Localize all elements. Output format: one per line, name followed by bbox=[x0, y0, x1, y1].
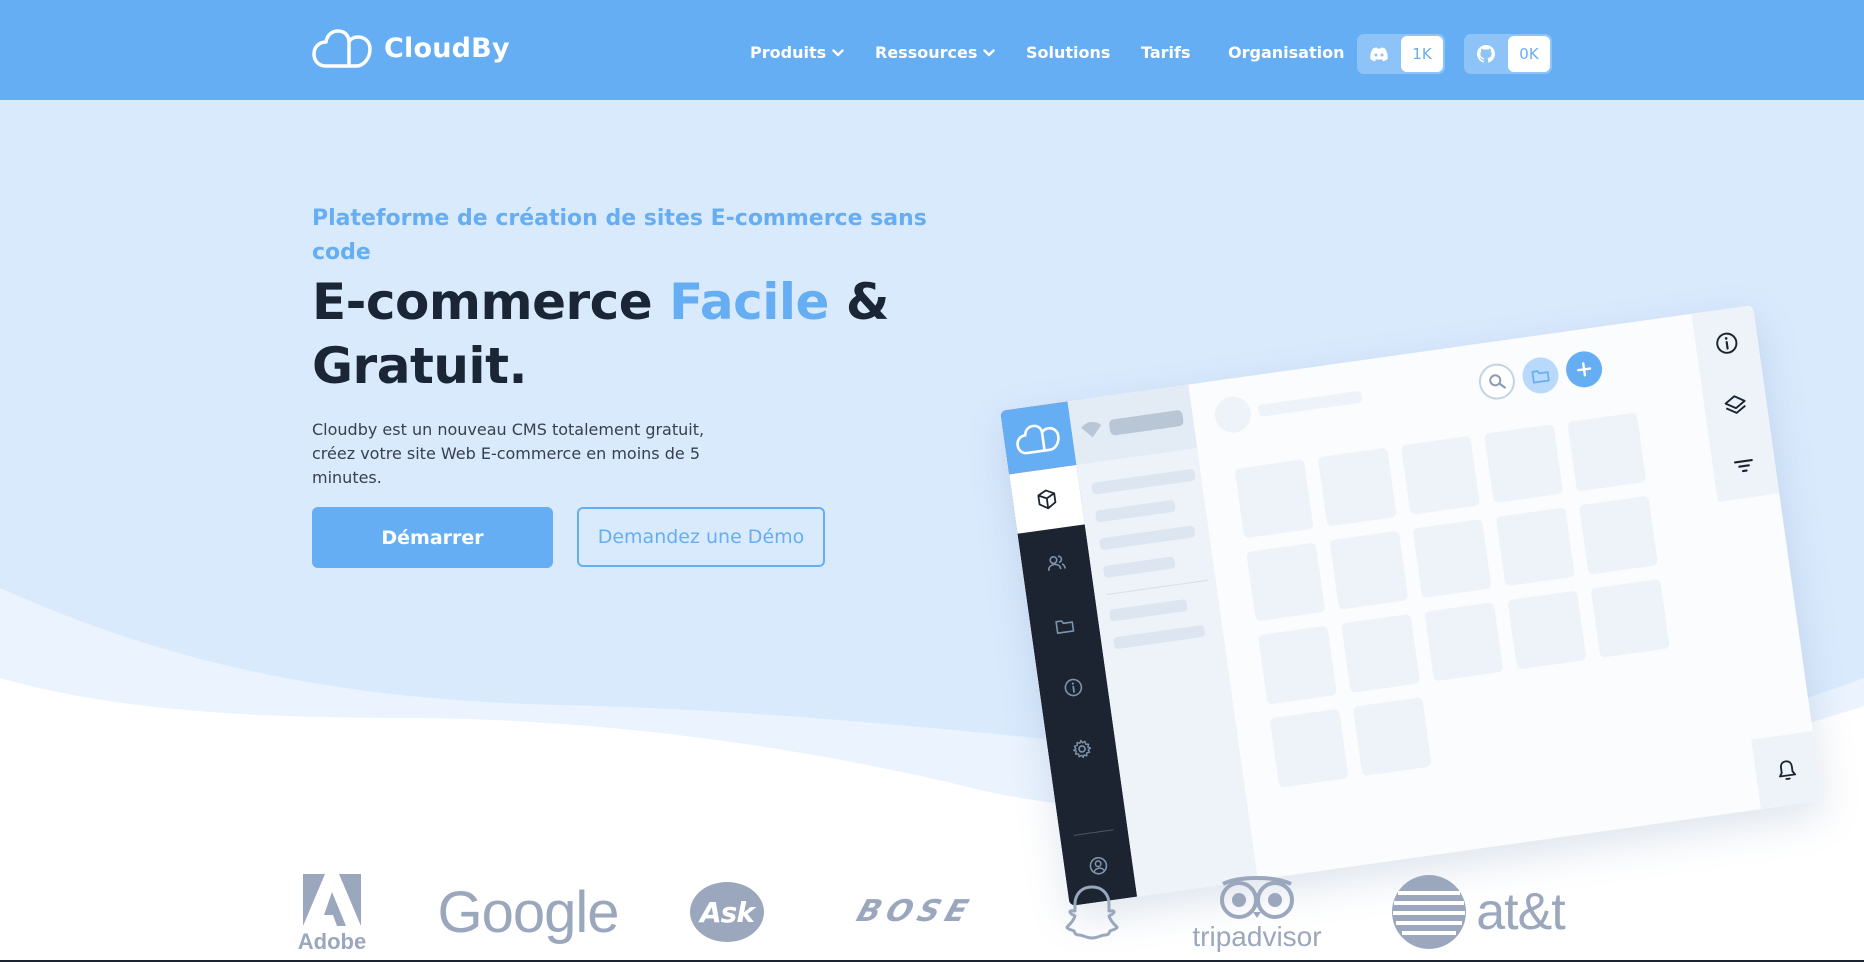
brand-name: CloudBy bbox=[384, 32, 510, 64]
headline-line-2: Gratuit. bbox=[312, 337, 527, 395]
rail-divider bbox=[1073, 829, 1114, 836]
placeholder-bar bbox=[1091, 468, 1196, 495]
wifi-icon bbox=[1081, 421, 1102, 438]
client-logos-strip: Adobe Google Ask BOSE tripadvisor at&t bbox=[0, 860, 1864, 962]
ask-logo: Ask bbox=[690, 882, 764, 942]
bose-logo: BOSE bbox=[840, 893, 990, 929]
settings-icon bbox=[1068, 735, 1095, 762]
grid-tile bbox=[1424, 602, 1504, 682]
google-logo: Google bbox=[437, 879, 619, 945]
grid-tile bbox=[1329, 530, 1409, 610]
grid-tile bbox=[1590, 578, 1670, 658]
app-mockup-illustration bbox=[986, 305, 1823, 907]
layers-icon bbox=[1724, 395, 1746, 414]
grid-tile bbox=[1507, 590, 1587, 670]
tripadvisor-logo-text: tripadvisor bbox=[1192, 920, 1322, 952]
mockup-panel-header bbox=[1067, 384, 1198, 465]
placeholder-bar bbox=[1102, 556, 1176, 579]
att-logo: at&t bbox=[1390, 872, 1566, 952]
placeholder-bar bbox=[1257, 390, 1363, 417]
grid-tile bbox=[1352, 697, 1432, 777]
placeholder-bar bbox=[1095, 499, 1176, 523]
nav-item-label: Organisation bbox=[1228, 43, 1345, 62]
tripadvisor-logo: tripadvisor bbox=[1192, 868, 1322, 958]
grid-tile bbox=[1257, 625, 1337, 705]
app-mockup-window bbox=[1000, 305, 1823, 907]
mockup-cloud-logo-icon bbox=[1000, 401, 1077, 475]
placeholder-bar bbox=[1108, 409, 1185, 436]
top-navbar: CloudBy Produits Ressources Solutions Ta… bbox=[0, 0, 1864, 100]
start-button[interactable]: Démarrer bbox=[312, 507, 553, 568]
placeholder-bar bbox=[1112, 624, 1206, 650]
att-logo-text: at&t bbox=[1476, 883, 1565, 941]
nav-item-label: Tarifs bbox=[1141, 43, 1191, 62]
nav-item-label: Produits bbox=[750, 43, 827, 62]
ask-logo-text: Ask bbox=[700, 895, 755, 929]
hero-eyebrow: Plateforme de création de sites E-commer… bbox=[312, 206, 927, 265]
mockup-bottom-toolbar bbox=[1751, 731, 1823, 809]
hero-section: Plateforme de création de sites E-commer… bbox=[0, 100, 1864, 962]
grid-tile bbox=[1400, 435, 1480, 515]
grid-tile bbox=[1495, 507, 1575, 587]
mockup-content-area bbox=[1188, 320, 1714, 880]
panel-divider bbox=[1106, 579, 1208, 595]
brand-logo[interactable]: CloudBy bbox=[312, 26, 510, 70]
request-demo-button[interactable]: Demandez une Démo bbox=[577, 507, 825, 567]
chevron-down-icon bbox=[832, 48, 844, 56]
filter-icon bbox=[1734, 459, 1753, 473]
hero-subtext: Cloudby est un nouveau CMS totalement gr… bbox=[312, 420, 705, 487]
nav-item-ressources[interactable]: Ressources bbox=[875, 43, 996, 62]
nav-item-solutions[interactable]: Solutions bbox=[1026, 43, 1110, 62]
grid-tile bbox=[1567, 412, 1647, 492]
placeholder-bar bbox=[1098, 525, 1196, 551]
grid-tile bbox=[1484, 424, 1564, 504]
nav-item-label: Ressources bbox=[875, 43, 978, 62]
headline-accent: Facile bbox=[669, 273, 829, 331]
github-count: 0K bbox=[1508, 36, 1550, 72]
discord-count: 1K bbox=[1401, 36, 1443, 72]
grid-tile bbox=[1246, 542, 1326, 622]
grid-tile bbox=[1341, 613, 1421, 693]
hero-headline: E-commerce Facile & Gratuit. bbox=[312, 270, 932, 398]
info-icon bbox=[1716, 332, 1738, 354]
placeholder-bar bbox=[1108, 598, 1188, 622]
discord-badge[interactable]: 1K bbox=[1357, 34, 1445, 74]
grid-tile bbox=[1317, 447, 1397, 527]
grid-tile bbox=[1269, 708, 1349, 788]
cloud-logo-icon bbox=[312, 26, 374, 70]
bell-icon bbox=[1779, 760, 1797, 780]
snapchat-ghost-icon bbox=[1064, 884, 1120, 940]
headline-part-1: E-commerce bbox=[312, 273, 670, 331]
github-badge[interactable]: 0K bbox=[1464, 34, 1552, 74]
users-icon bbox=[1042, 549, 1069, 576]
cube-icon bbox=[1009, 464, 1085, 534]
nav-item-organisation[interactable]: Organisation bbox=[1228, 43, 1344, 62]
nav-item-tarifs[interactable]: Tarifs bbox=[1141, 43, 1191, 62]
adobe-logo-text: Adobe bbox=[297, 928, 367, 954]
avatar-placeholder bbox=[1212, 394, 1254, 435]
adobe-logo: Adobe bbox=[297, 868, 367, 960]
folder-icon bbox=[1051, 613, 1078, 640]
headline-part-2: & bbox=[828, 273, 890, 331]
info-icon bbox=[1060, 674, 1087, 701]
chevron-down-icon bbox=[983, 48, 996, 56]
github-icon bbox=[1464, 34, 1508, 74]
bose-logo-text: BOSE bbox=[852, 893, 978, 929]
discord-icon bbox=[1357, 34, 1401, 74]
google-logo-text: Google bbox=[437, 879, 619, 945]
nav-item-label: Solutions bbox=[1026, 43, 1111, 62]
grid-tile bbox=[1412, 519, 1492, 599]
grid-tile bbox=[1578, 495, 1659, 575]
nav-item-produits[interactable]: Produits bbox=[750, 43, 844, 62]
grid-tile bbox=[1234, 459, 1314, 539]
